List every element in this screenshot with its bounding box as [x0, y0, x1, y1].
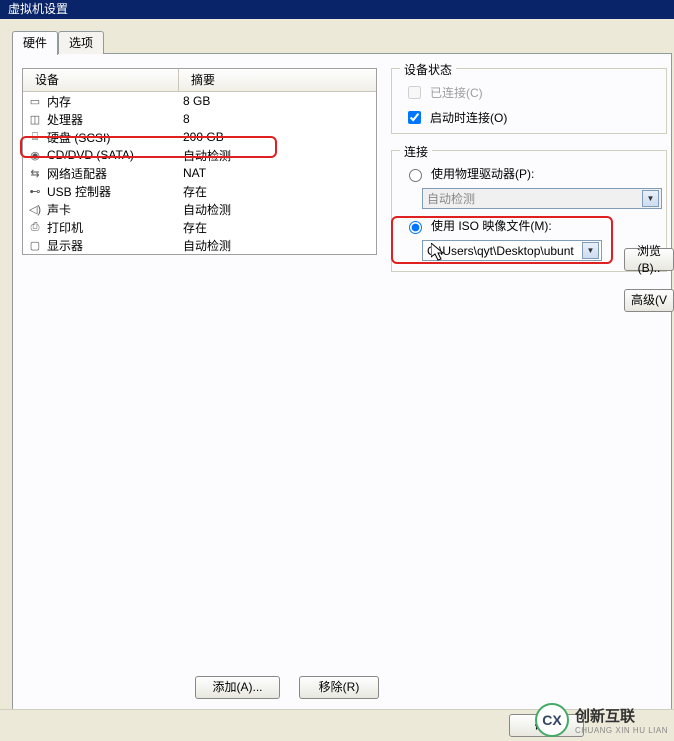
group-device-status: 设备状态 已连接(C) 启动时连接(O)	[391, 68, 667, 134]
radio-physical-drive[interactable]	[409, 169, 422, 182]
watermark-sub: CHUANG XIN HU LIAN	[575, 726, 668, 735]
table-row[interactable]: ⎙ 打印机 存在	[23, 218, 376, 236]
device-name: CD/DVD (SATA)	[47, 148, 183, 162]
table-row[interactable]: ⇆ 网络适配器 NAT	[23, 164, 376, 182]
printer-icon: ⎙	[27, 219, 43, 235]
watermark-brand: 创新互联	[575, 705, 668, 726]
usb-icon: ⊷	[27, 183, 43, 199]
table-row[interactable]: ⊷ USB 控制器 存在	[23, 182, 376, 200]
group-legend-connection: 连接	[400, 143, 432, 160]
hardware-table-body: ▭ 内存 8 GB ◫ 处理器 8 ⌸ 硬盘 (SCSI) 200 GB ◉ C…	[23, 92, 376, 254]
hardware-table: 设备 摘要 ▭ 内存 8 GB ◫ 处理器 8 ⌸ 硬盘 (SCSI) 200 …	[22, 68, 377, 255]
radio-physical-drive-label: 使用物理驱动器(P):	[431, 165, 534, 182]
device-summary: 存在	[183, 183, 376, 200]
checkbox-connected	[408, 86, 421, 99]
table-row[interactable]: ◫ 处理器 8	[23, 110, 376, 128]
tab-hardware-label: 硬件	[23, 36, 47, 50]
chevron-down-icon[interactable]: ▼	[582, 242, 599, 259]
remove-button-label: 移除(R)	[319, 679, 360, 696]
tab-options[interactable]: 选项	[58, 31, 104, 54]
device-name: 硬盘 (SCSI)	[47, 129, 183, 146]
cd-icon: ◉	[27, 147, 43, 163]
radio-iso-file-row[interactable]: 使用 ISO 映像文件(M):	[404, 217, 656, 234]
device-summary: 自动检测	[183, 147, 376, 164]
device-summary: 自动检测	[183, 237, 376, 254]
checkbox-connect-on-power[interactable]	[408, 111, 421, 124]
watermark: CX 创新互联 CHUANG XIN HU LIAN	[529, 699, 674, 741]
cpu-icon: ◫	[27, 111, 43, 127]
device-name: 内存	[47, 93, 183, 110]
device-summary: 存在	[183, 219, 376, 236]
nic-icon: ⇆	[27, 165, 43, 181]
table-row[interactable]: ⌸ 硬盘 (SCSI) 200 GB	[23, 128, 376, 146]
checkbox-connected-label: 已连接(C)	[430, 84, 483, 101]
group-legend-status: 设备状态	[400, 61, 456, 78]
table-row[interactable]: ▢ 显示器 自动检测	[23, 236, 376, 254]
device-summary: 自动检测	[183, 201, 376, 218]
checkbox-connect-on-power-row[interactable]: 启动时连接(O)	[404, 108, 656, 127]
watermark-logo: CX	[535, 703, 569, 737]
device-name: 网络适配器	[47, 165, 183, 182]
tab-hardware[interactable]: 硬件	[12, 31, 58, 55]
iso-path-combo[interactable]: C:\Users\qyt\Desktop\ubunt ▼	[422, 240, 602, 261]
table-row[interactable]: ◁) 声卡 自动检测	[23, 200, 376, 218]
table-row[interactable]: ◉ CD/DVD (SATA) 自动检测	[23, 146, 376, 164]
device-summary: 200 GB	[183, 130, 376, 144]
iso-path-value: C:\Users\qyt\Desktop\ubunt	[427, 244, 574, 258]
add-button[interactable]: 添加(A)...	[195, 676, 280, 699]
device-summary: 8 GB	[183, 94, 376, 108]
physical-drive-value: 自动检测	[427, 190, 475, 207]
device-summary: NAT	[183, 166, 376, 180]
display-icon: ▢	[27, 237, 43, 253]
chevron-down-icon: ▼	[642, 190, 659, 207]
browse-button-label: 浏览(B)..	[629, 243, 669, 277]
header-summary[interactable]: 摘要	[179, 69, 376, 91]
checkbox-connect-on-power-label: 启动时连接(O)	[430, 109, 507, 126]
add-button-label: 添加(A)...	[213, 679, 263, 696]
device-name: USB 控制器	[47, 183, 183, 200]
watermark-text: 创新互联 CHUANG XIN HU LIAN	[575, 705, 668, 735]
titlebar: 虚拟机设置	[0, 0, 674, 19]
header-device[interactable]: 设备	[23, 69, 179, 91]
device-name: 打印机	[47, 219, 183, 236]
window-title: 虚拟机设置	[8, 2, 68, 16]
tabs: 硬件 选项	[12, 29, 674, 54]
advanced-button[interactable]: 高级(V	[624, 289, 674, 312]
browse-button[interactable]: 浏览(B)..	[624, 248, 674, 271]
device-name: 处理器	[47, 111, 183, 128]
tab-options-label: 选项	[69, 36, 93, 50]
radio-iso-file-label: 使用 ISO 映像文件(M):	[431, 217, 552, 234]
checkbox-connected-row: 已连接(C)	[404, 83, 656, 102]
device-name: 声卡	[47, 201, 183, 218]
hdd-icon: ⌸	[27, 129, 43, 145]
table-row[interactable]: ▭ 内存 8 GB	[23, 92, 376, 110]
device-name: 显示器	[47, 237, 183, 254]
radio-physical-drive-row[interactable]: 使用物理驱动器(P):	[404, 165, 656, 182]
memory-icon: ▭	[27, 93, 43, 109]
content-area: 硬件 选项 设备 摘要 ▭ 内存 8 GB ◫ 处理器 8	[0, 19, 674, 717]
advanced-button-label: 高级(V	[631, 292, 667, 309]
physical-drive-combo: 自动检测 ▼	[422, 188, 662, 209]
radio-iso-file[interactable]	[409, 221, 422, 234]
tab-panel-hardware: 设备 摘要 ▭ 内存 8 GB ◫ 处理器 8 ⌸ 硬盘 (SCSI) 200 …	[12, 53, 672, 717]
sound-icon: ◁)	[27, 201, 43, 217]
device-summary: 8	[183, 112, 376, 126]
remove-button[interactable]: 移除(R)	[299, 676, 379, 699]
hardware-table-header: 设备 摘要	[23, 69, 376, 92]
